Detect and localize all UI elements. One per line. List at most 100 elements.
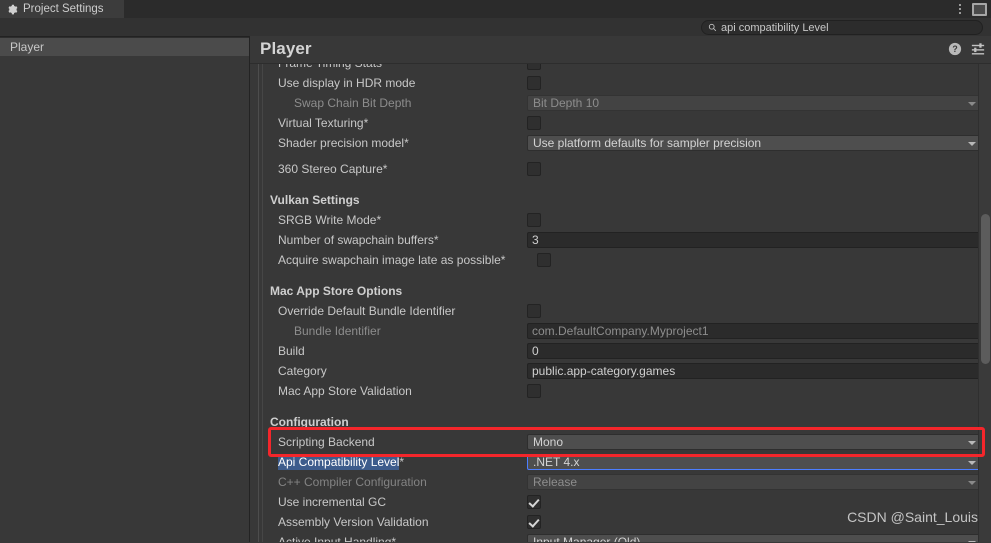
chevron-down-icon	[968, 441, 976, 445]
use-display-hdr-checkbox[interactable]	[527, 76, 541, 90]
group-mac-app-store-options: Mac App Store Options	[266, 280, 976, 301]
row-label: C++ Compiler Configuration	[278, 475, 427, 489]
search-input[interactable]: api compatibility Level	[701, 20, 983, 35]
maximize-window-icon[interactable]	[972, 2, 987, 16]
row-label: Api Compatibility Level*	[266, 454, 527, 470]
panel-header-icons: ?	[948, 42, 985, 56]
row-label: Virtual Texturing*	[278, 116, 369, 130]
swapchain-buffers-input[interactable]: 3	[527, 232, 982, 248]
vertical-scrollbar[interactable]	[978, 64, 991, 542]
settings-sidebar: Player	[0, 36, 249, 543]
row-control	[527, 213, 976, 227]
row-label: Frame Timing Stats	[266, 64, 527, 70]
row-bundle-identifier[interactable]: Bundle Identifier com.DefaultCompany.Myp…	[266, 321, 982, 341]
srgb-write-mode-checkbox[interactable]	[527, 213, 541, 227]
settings-list: Frame Timing Stats Use display in HDR mo…	[250, 64, 982, 542]
row-scripting-backend[interactable]: Scripting Backend Mono	[266, 432, 982, 452]
sidebar-top-divider	[0, 37, 249, 38]
override-bundle-identifier-checkbox[interactable]	[527, 304, 541, 318]
row-acquire-swapchain-image[interactable]: Acquire swapchain image late as possible…	[266, 250, 976, 270]
kebab-menu-icon[interactable]	[954, 2, 966, 16]
row-swapchain-buffers[interactable]: Number of swapchain buffers* 3	[266, 230, 982, 250]
row-control	[527, 304, 976, 318]
row-frame-timing-stats[interactable]: Frame Timing Stats	[266, 64, 976, 73]
dropdown-value: Bit Depth 10	[533, 96, 600, 110]
cpp-compiler-configuration-dropdown[interactable]: Release	[527, 474, 982, 490]
row-label: Use incremental GC	[278, 495, 387, 509]
row-shader-precision-model[interactable]: Shader precision model* Use platform def…	[266, 133, 982, 153]
row-api-compatibility-level[interactable]: Api Compatibility Level* .NET 4.x	[266, 452, 982, 472]
api-compatibility-level-dropdown[interactable]: .NET 4.x	[527, 454, 982, 470]
row-360-stereo-capture[interactable]: 360 Stereo Capture*	[266, 159, 976, 179]
row-mac-app-store-validation[interactable]: Mac App Store Validation	[266, 381, 976, 401]
field-value: 0	[532, 344, 539, 358]
row-use-display-hdr[interactable]: Use display in HDR mode	[266, 73, 976, 93]
row-cpp-compiler-configuration[interactable]: C++ Compiler Configuration Release	[266, 472, 982, 492]
row-control: 3	[527, 232, 982, 248]
row-override-bundle-identifier[interactable]: Override Default Bundle Identifier	[266, 301, 976, 321]
row-active-input-handling[interactable]: Active Input Handling* Input Manager (Ol…	[266, 532, 982, 542]
project-settings-window: Project Settings api compatibility Level…	[0, 0, 991, 543]
assembly-version-validation-checkbox[interactable]	[527, 515, 541, 529]
frame-timing-stats-checkbox[interactable]	[527, 64, 541, 70]
row-label: Number of swapchain buffers*	[278, 233, 439, 247]
row-control: Mono	[527, 434, 982, 450]
row-control	[537, 253, 976, 267]
row-label: Build	[278, 344, 305, 358]
search-icon	[708, 23, 717, 32]
scripting-backend-dropdown[interactable]: Mono	[527, 434, 982, 450]
search-input-value: api compatibility Level	[721, 21, 829, 34]
chevron-down-icon	[968, 102, 976, 106]
help-circle-icon[interactable]: ?	[948, 42, 962, 56]
group-label: Mac App Store Options	[270, 283, 403, 298]
row-control	[527, 384, 976, 398]
row-label: Category	[278, 364, 327, 378]
bundle-identifier-input[interactable]: com.DefaultCompany.Myproject1	[527, 323, 982, 339]
virtual-texturing-checkbox[interactable]	[527, 116, 541, 130]
category-input[interactable]: public.app-category.games	[527, 363, 982, 379]
tab-label: Project Settings	[23, 3, 104, 15]
row-control: Bit Depth 10	[527, 95, 982, 111]
swap-chain-bit-depth-dropdown[interactable]: Bit Depth 10	[527, 95, 982, 111]
chevron-down-icon	[968, 142, 976, 146]
row-label: Override Default Bundle Identifier	[278, 304, 456, 318]
mac-app-store-validation-checkbox[interactable]	[527, 384, 541, 398]
field-value: com.DefaultCompany.Myproject1	[532, 324, 709, 338]
row-category[interactable]: Category public.app-category.games	[266, 361, 982, 381]
stereo-360-capture-checkbox[interactable]	[527, 162, 541, 176]
api-compatibility-level-label-highlight: Api Compatibility Level	[278, 454, 400, 470]
use-incremental-gc-checkbox[interactable]	[527, 495, 541, 509]
shader-precision-model-dropdown[interactable]: Use platform defaults for sampler precis…	[527, 135, 982, 151]
page-title: Player	[260, 39, 312, 58]
sidebar-item-label: Player	[10, 39, 45, 54]
group-vulkan-settings: Vulkan Settings	[266, 189, 976, 210]
sidebar-item-player[interactable]: Player	[0, 37, 249, 56]
row-label: Bundle Identifier	[294, 324, 381, 338]
row-control	[527, 64, 976, 70]
row-virtual-texturing[interactable]: Virtual Texturing*	[266, 113, 976, 133]
watermark-text: CSDN @Saint_Louis	[847, 509, 978, 525]
preset-settings-icon[interactable]	[971, 42, 985, 56]
row-srgb-write-mode[interactable]: SRGB Write Mode*	[266, 210, 976, 230]
window-controls	[954, 0, 987, 18]
group-label: Vulkan Settings	[270, 192, 360, 207]
row-control: 0	[527, 343, 982, 359]
panel-header: Player ?	[250, 36, 991, 64]
row-label: Active Input Handling*	[278, 535, 397, 542]
row-label: Assembly Version Validation	[278, 515, 429, 529]
row-control	[527, 116, 976, 130]
settings-scroll-area[interactable]: Frame Timing Stats Use display in HDR mo…	[250, 64, 991, 542]
active-input-handling-dropdown[interactable]: Input Manager (Old)	[527, 534, 982, 542]
gear-icon	[8, 4, 18, 14]
group-rail	[258, 64, 259, 542]
field-value: public.app-category.games	[532, 364, 676, 378]
scrollbar-thumb[interactable]	[981, 214, 990, 364]
group-label: Configuration	[270, 414, 349, 429]
build-input[interactable]: 0	[527, 343, 982, 359]
acquire-swapchain-checkbox[interactable]	[537, 253, 551, 267]
row-build[interactable]: Build 0	[266, 341, 982, 361]
row-label: Shader precision model*	[278, 136, 409, 150]
tab-project-settings[interactable]: Project Settings	[0, 0, 124, 18]
row-swap-chain-bit-depth[interactable]: Swap Chain Bit Depth Bit Depth 10	[266, 93, 982, 113]
dropdown-value: Release	[533, 475, 578, 489]
